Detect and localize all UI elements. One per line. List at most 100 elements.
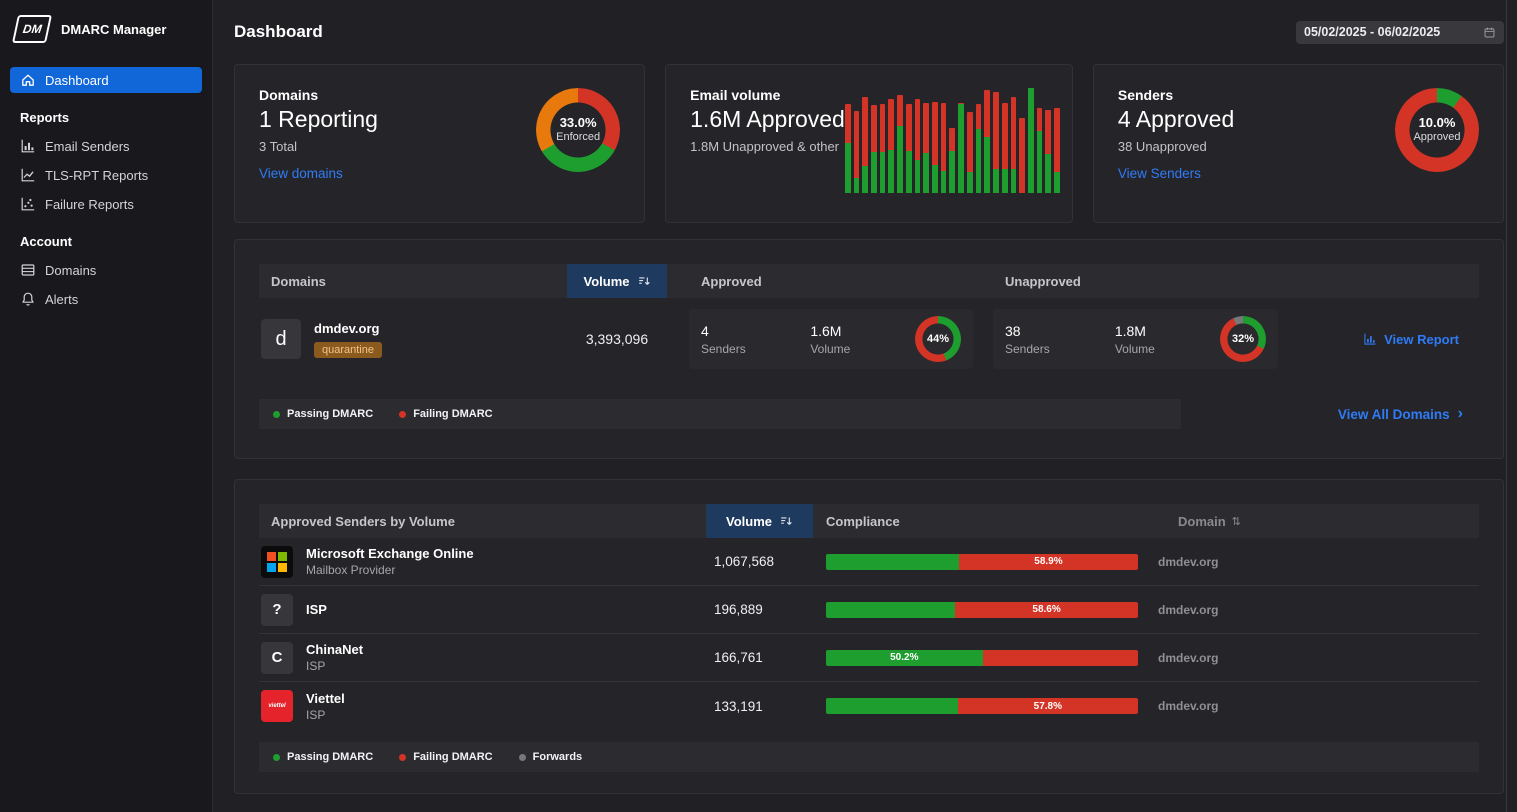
volume-bar <box>1028 88 1034 193</box>
unapproved-mini-donut: 32% <box>1220 316 1266 362</box>
sidebar-item-email-senders[interactable]: Email Senders <box>10 133 202 159</box>
view-senders-link[interactable]: View Senders <box>1118 166 1201 181</box>
compliance-fail-segment: 58.6% <box>955 602 1138 618</box>
column-header-volume[interactable]: Volume <box>706 504 813 538</box>
approved-senders-value: 4 <box>701 323 746 339</box>
compliance-pass-segment <box>826 698 958 714</box>
email-volume-card: Email volume 1.6M Approved 1.8M Unapprov… <box>665 64 1073 223</box>
sidebar-item-label: Alerts <box>45 292 78 307</box>
view-report-link[interactable]: View Report <box>1363 332 1459 347</box>
sender-volume: 196,889 <box>706 602 813 617</box>
calendar-icon <box>1483 26 1496 39</box>
legend-item-failing-dmarc: Failing DMARC <box>399 751 492 763</box>
app-name: DMARC Manager <box>61 22 166 37</box>
compliance-bar: 58.9% <box>826 554 1138 570</box>
donut-value: 10.0% <box>1419 115 1456 131</box>
sender-volume: 1,067,568 <box>706 554 813 569</box>
sender-row: CChinaNetISP166,76150.2%dmdev.org <box>259 634 1479 682</box>
volume-bar <box>1054 88 1060 193</box>
view-all-domains-link[interactable]: View All Domains › <box>1338 406 1479 422</box>
sender-subtitle: Mailbox Provider <box>306 563 474 577</box>
domains-table-header: Domains Volume Approved Unapproved <box>259 264 1479 298</box>
compliance-label: 58.9% <box>1034 556 1062 567</box>
compliance-label: 57.8% <box>1034 701 1062 712</box>
domains-card-value: 1 Reporting <box>259 106 378 133</box>
view-domains-link[interactable]: View domains <box>259 166 343 181</box>
sidebar-item-dashboard[interactable]: Dashboard <box>10 67 202 93</box>
approved-volume-label: Volume <box>810 342 850 356</box>
unapproved-volume-value: 1.8M <box>1115 323 1155 339</box>
senders-table-header: Approved Senders by Volume Volume Compli… <box>259 504 1479 538</box>
sender-volume: 166,761 <box>706 650 813 665</box>
sidebar-nav: DashboardReportsEmail SendersTLS-RPT Rep… <box>0 67 212 312</box>
volume-bar <box>958 88 964 193</box>
legend-item-failing-dmarc: Failing DMARC <box>399 408 492 420</box>
legend-dot <box>273 754 280 761</box>
compliance-fail-segment: 58.9% <box>959 554 1138 570</box>
legend-dot <box>399 411 406 418</box>
donut-value: 33.0% <box>560 115 597 131</box>
sidebar-item-alerts[interactable]: Alerts <box>10 286 202 312</box>
enforced-donut-chart: 33.0% Enforced <box>536 88 620 172</box>
sender-name: Viettel <box>306 691 345 706</box>
page-title: Dashboard <box>234 22 323 42</box>
date-range-value: 05/02/2025 - 06/02/2025 <box>1304 25 1440 39</box>
compliance-pass-segment <box>826 602 955 618</box>
column-header-unapproved: Unapproved <box>993 264 1278 298</box>
senders-table-title: Approved Senders by Volume <box>259 504 706 538</box>
domain-volume: 3,393,096 <box>567 331 667 347</box>
sender-row: viettelViettelISP133,19157.8%dmdev.org <box>259 682 1479 730</box>
domain-name: dmdev.org <box>314 321 382 336</box>
volume-bar <box>1045 88 1051 193</box>
legend-item-passing-dmarc: Passing DMARC <box>273 408 373 420</box>
senders-legend: Passing DMARC Failing DMARC Forwards <box>259 742 1479 772</box>
compliance-label: 50.2% <box>890 652 918 663</box>
column-header-domain[interactable]: Domain ⇅ <box>1158 504 1479 538</box>
scrollbar[interactable] <box>1506 0 1517 812</box>
sender-name: Microsoft Exchange Online <box>306 546 474 561</box>
sender-domain: dmdev.org <box>1158 603 1218 617</box>
bar-chart-icon <box>20 138 36 154</box>
legend-item-passing-dmarc: Passing DMARC <box>273 751 373 763</box>
logo-text: DM <box>22 22 43 36</box>
scatter-chart-icon <box>20 196 36 212</box>
volume-bar <box>923 88 929 193</box>
sidebar-item-label: Failure Reports <box>45 197 134 212</box>
sidebar: DM DMARC Manager DashboardReportsEmail S… <box>0 0 213 812</box>
volume-bar <box>976 88 982 193</box>
sidebar-item-failure-reports[interactable]: Failure Reports <box>10 191 202 217</box>
chinanet-logo: C <box>261 642 293 674</box>
domains-legend: Passing DMARC Failing DMARC <box>259 399 1181 429</box>
dmarc-logo-icon: DM <box>12 15 52 43</box>
home-icon <box>20 72 36 88</box>
email-volume-bar-chart <box>845 88 1060 193</box>
unapproved-senders-value: 38 <box>1005 323 1050 339</box>
senders-table-panel: Approved Senders by Volume Volume Compli… <box>234 479 1504 794</box>
column-header-volume[interactable]: Volume <box>567 264 667 298</box>
sidebar-item-domains[interactable]: Domains <box>10 257 202 283</box>
sort-both-icon: ⇅ <box>1232 515 1241 528</box>
domains-card-subtitle: 3 Total <box>259 139 378 154</box>
compliance-pass-segment: 50.2% <box>826 650 983 666</box>
domains-card: Domains 1 Reporting 3 Total View domains… <box>234 64 645 223</box>
legend-dot <box>519 754 526 761</box>
unapproved-volume-label: Volume <box>1115 342 1155 356</box>
report-chart-icon <box>1363 332 1377 346</box>
sidebar-item-tls-rpt-reports[interactable]: TLS-RPT Reports <box>10 162 202 188</box>
compliance-pass-segment <box>826 554 959 570</box>
sidebar-item-label: Dashboard <box>45 73 109 88</box>
senders-card-title: Senders <box>1118 87 1234 103</box>
topbar: Dashboard 05/02/2025 - 06/02/2025 <box>234 0 1504 64</box>
domain-avatar: d <box>261 319 301 359</box>
volume-bar <box>932 88 938 193</box>
volume-bar <box>897 88 903 193</box>
app-root: DM DMARC Manager DashboardReportsEmail S… <box>0 0 1517 812</box>
volume-bar <box>949 88 955 193</box>
date-range-picker[interactable]: 05/02/2025 - 06/02/2025 <box>1296 21 1504 44</box>
volume-bar <box>888 88 894 193</box>
sidebar-item-label: TLS-RPT Reports <box>45 168 148 183</box>
volume-bar <box>915 88 921 193</box>
senders-card-value: 4 Approved <box>1118 106 1234 133</box>
legend-item-forwards: Forwards <box>519 751 583 763</box>
sender-domain: dmdev.org <box>1158 555 1218 569</box>
